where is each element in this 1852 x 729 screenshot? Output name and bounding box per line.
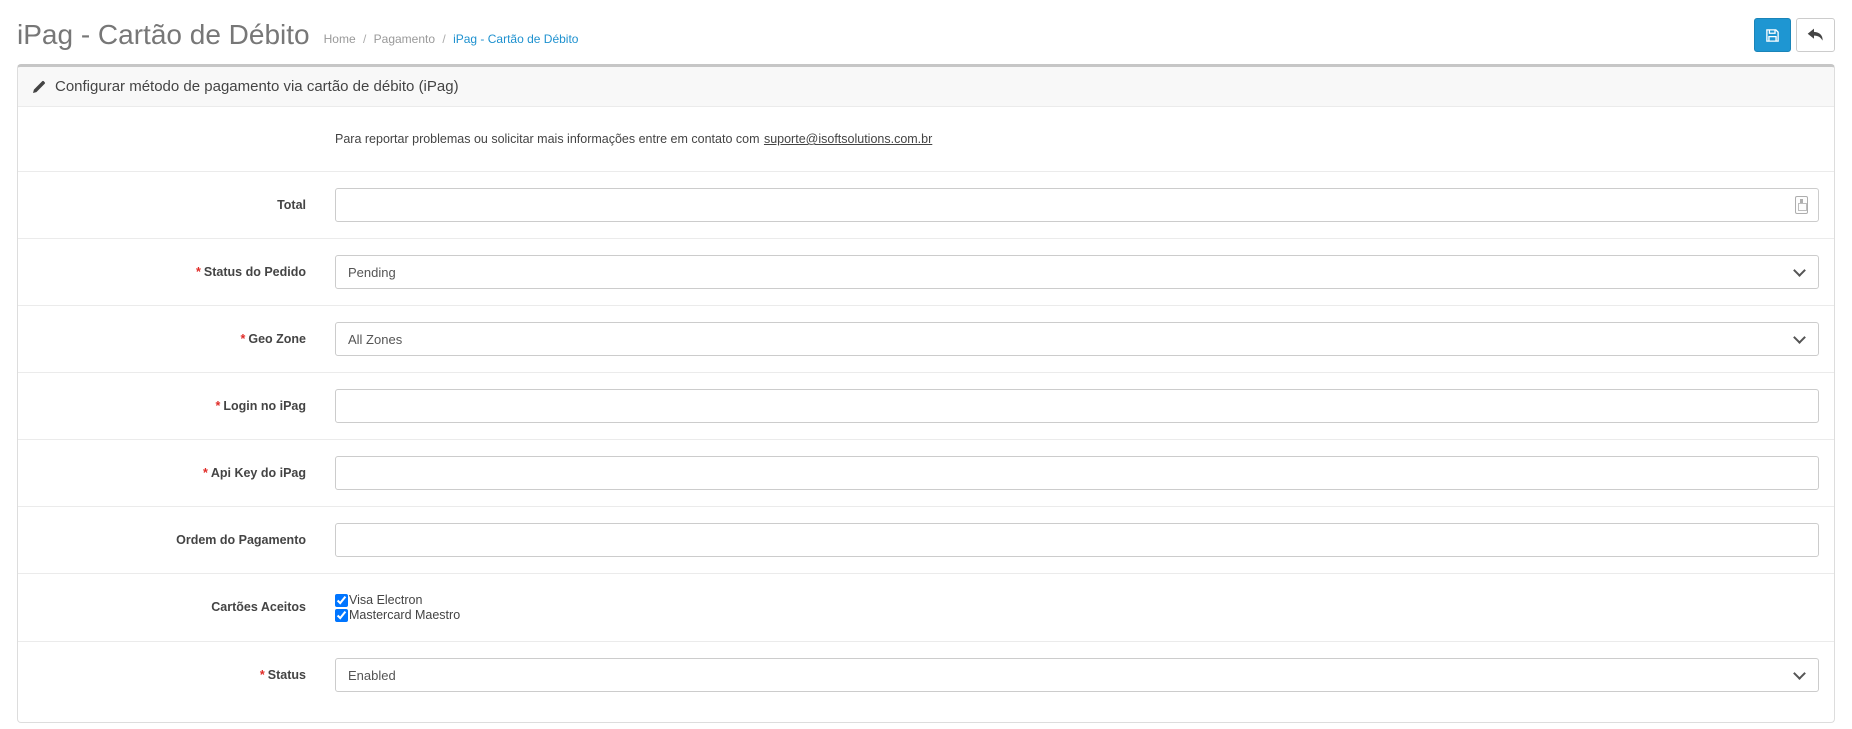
required-marker: * xyxy=(240,331,246,346)
form-row-geo-zone: * Geo Zone All Zones xyxy=(18,305,1834,372)
accepted-cards-label: Cartões Aceitos xyxy=(211,600,306,615)
breadcrumb-separator: / xyxy=(442,32,446,46)
panel-heading: Configurar método de pagamento via cartã… xyxy=(18,67,1834,107)
login-input[interactable] xyxy=(335,389,1819,423)
required-marker: * xyxy=(196,264,201,279)
config-panel: Configurar método de pagamento via cartã… xyxy=(17,64,1835,723)
order-status-label: * Status do Pedido xyxy=(196,264,306,279)
support-text: Para reportar problemas ou solicitar mai… xyxy=(335,132,760,146)
save-floppy-icon xyxy=(1765,28,1780,43)
geo-zone-label: * Geo Zone xyxy=(240,331,306,346)
status-select[interactable]: Enabled xyxy=(335,658,1819,692)
breadcrumb-home[interactable]: Home xyxy=(324,32,356,46)
support-info-row: Para reportar problemas ou solicitar mai… xyxy=(18,107,1834,171)
breadcrumb-current[interactable]: iPag - Cartão de Débito xyxy=(453,32,578,46)
back-button[interactable] xyxy=(1796,18,1835,52)
breadcrumb: Home / Pagamento / iPag - Cartão de Débi… xyxy=(324,32,579,46)
accepted-cards-group: Visa Electron Mastercard Maestro xyxy=(335,593,1819,622)
page-header: iPag - Cartão de Débito Home / Pagamento… xyxy=(17,0,1835,62)
page-title: iPag - Cartão de Débito xyxy=(17,19,310,50)
geo-zone-select[interactable]: All Zones xyxy=(335,322,1819,356)
required-marker: * xyxy=(202,465,208,480)
api-key-input[interactable] xyxy=(335,456,1819,490)
breadcrumb-separator: / xyxy=(362,32,367,46)
required-marker: * xyxy=(215,398,221,413)
total-input[interactable] xyxy=(335,188,1819,222)
sort-order-input[interactable] xyxy=(335,523,1819,557)
mastercard-maestro-checkbox[interactable] xyxy=(335,608,348,622)
form-row-total: Total xyxy=(18,171,1834,238)
breadcrumb-pagamento[interactable]: Pagamento xyxy=(374,32,435,46)
form-row-login: * Login no iPag xyxy=(18,372,1834,439)
support-email-link[interactable]: suporte@isoftsolutions.com.br xyxy=(764,132,932,146)
status-label: * Status xyxy=(259,667,306,682)
visa-electron-option[interactable]: Visa Electron xyxy=(335,593,1819,607)
panel-heading-text: Configurar método de pagamento via cartã… xyxy=(55,78,459,95)
sort-order-label: Ordem do Pagamento xyxy=(176,532,306,547)
pencil-icon xyxy=(33,80,46,93)
autofill-icon xyxy=(1795,196,1808,214)
form-row-status: * Status Enabled xyxy=(18,641,1834,708)
panel-body: Para reportar problemas ou solicitar mai… xyxy=(18,107,1834,722)
order-status-select[interactable]: Pending xyxy=(335,255,1819,289)
save-button[interactable] xyxy=(1754,18,1791,52)
api-key-label: * Api Key do iPag xyxy=(202,465,306,480)
login-label: * Login no iPag xyxy=(215,398,306,413)
form-row-accepted-cards: Cartões Aceitos Visa Electron Mastercard… xyxy=(18,573,1834,641)
visa-electron-checkbox[interactable] xyxy=(335,593,348,607)
total-label: Total xyxy=(277,197,306,212)
form-row-order-status: * Status do Pedido Pending xyxy=(18,238,1834,305)
mastercard-maestro-option[interactable]: Mastercard Maestro xyxy=(335,608,1819,622)
toolbar xyxy=(1754,18,1835,52)
required-marker: * xyxy=(259,667,265,682)
back-arrow-icon xyxy=(1807,28,1824,43)
form-row-sort-order: Ordem do Pagamento xyxy=(18,506,1834,573)
form-row-api-key: * Api Key do iPag xyxy=(18,439,1834,506)
